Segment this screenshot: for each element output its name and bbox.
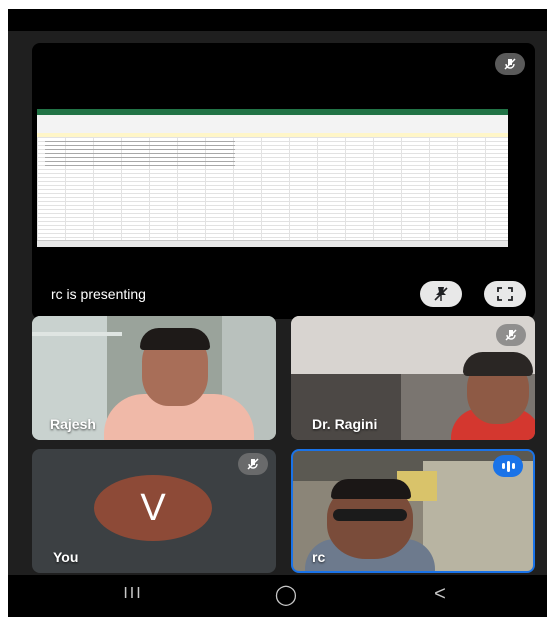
video-cupboard [423,461,533,571]
video-window-frame [32,332,122,336]
person-hair [331,479,411,499]
home-button[interactable]: ◯ [266,582,306,607]
spreadsheet-data-block [45,141,235,169]
avatar: V [94,475,212,541]
participant-name: Rajesh [50,416,96,432]
shared-screen [37,109,508,247]
unpin-icon [434,287,448,301]
participant-tile-you[interactable]: V You [32,449,276,573]
fullscreen-button[interactable] [484,281,526,307]
recents-button[interactable]: III [113,585,153,603]
participant-name: You [53,549,79,565]
dr-ragini-mic-off-icon [496,324,526,346]
participant-tile-dr-ragini[interactable]: Dr. Ragini [291,316,535,440]
back-button[interactable]: < [420,583,460,606]
spreadsheet-ribbon [37,115,508,134]
avatar-letter: V [140,486,166,529]
presenter-label: rc is presenting [51,286,146,302]
presentation-tile[interactable]: rc is presenting [32,43,535,319]
participant-tile-rc[interactable]: rc [291,449,535,573]
audio-bar-icon [501,463,505,469]
presentation-mic-off-icon [495,53,525,75]
fullscreen-icon [497,287,513,301]
you-mic-off-icon [238,453,268,475]
spreadsheet-sheet-tabs [37,240,508,247]
person-hair [140,328,210,350]
participant-tile-rajesh[interactable]: Rajesh [32,316,276,440]
audio-bar-icon [511,463,515,469]
participant-name: Dr. Ragini [312,416,378,432]
person-hair [463,352,533,376]
audio-bar-icon [506,460,510,472]
android-navigation-bar: III ◯ < [8,575,547,617]
participant-name: rc [312,549,326,565]
status-bar [8,9,547,31]
phone-screen: rc is presenting Rajesh Dr. Ragini V You… [8,9,547,617]
speaking-indicator [493,455,523,477]
person-glasses [333,509,407,521]
unpin-button[interactable] [420,281,462,307]
